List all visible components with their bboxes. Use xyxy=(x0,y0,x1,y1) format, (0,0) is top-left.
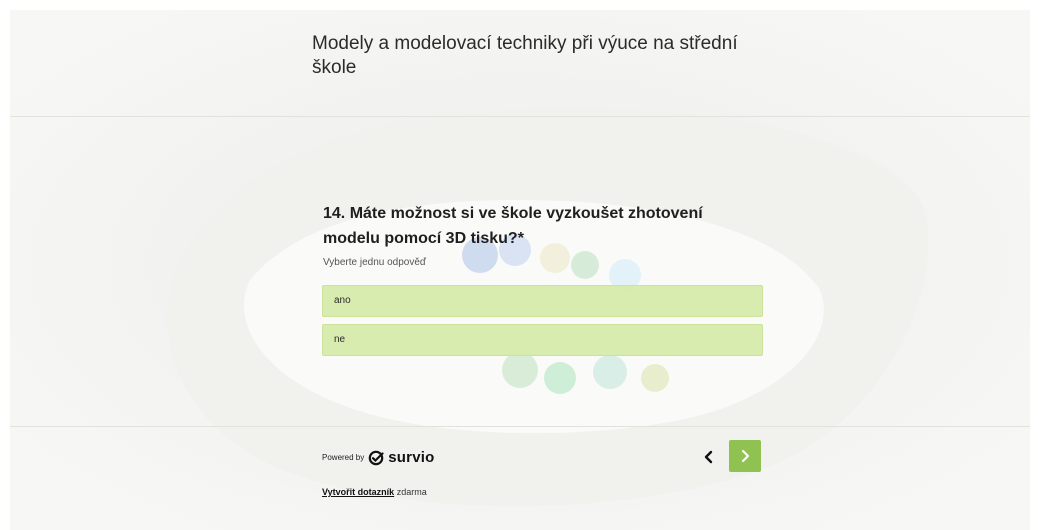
chevron-left-icon xyxy=(704,450,713,464)
question-hint: Vyberte jednu odpověď xyxy=(323,257,427,268)
powered-by-survio[interactable]: Powered by survio xyxy=(322,449,434,466)
answer-option-ne[interactable]: ne xyxy=(322,324,763,356)
create-survey-link[interactable]: Vytvořit dotazník zdarma xyxy=(322,487,427,497)
survey-title: Modely a modelovací techniky při výuce n… xyxy=(312,33,738,78)
survio-logo-icon xyxy=(368,450,384,465)
create-survey-link-rest: zdarma xyxy=(394,487,427,497)
top-border xyxy=(0,0,1038,10)
survio-brand-text: survio xyxy=(388,449,435,466)
previous-button[interactable] xyxy=(697,443,721,471)
answer-option-label: ne xyxy=(334,334,346,345)
answer-option-ano[interactable]: ano xyxy=(322,285,763,317)
chevron-right-icon xyxy=(741,449,750,463)
left-border xyxy=(0,0,10,530)
question-title: 14. Máte možnost si ve škole vyzkoušet z… xyxy=(323,205,703,247)
next-button[interactable] xyxy=(729,440,761,472)
answer-option-label: ano xyxy=(334,295,351,306)
survey-page: Modely a modelovací techniky při výuce n… xyxy=(0,0,1038,530)
powered-by-text: Powered by xyxy=(322,453,365,462)
right-border xyxy=(1030,0,1038,530)
footer-divider xyxy=(10,426,1030,427)
create-survey-link-strong: Vytvořit dotazník xyxy=(322,487,395,497)
